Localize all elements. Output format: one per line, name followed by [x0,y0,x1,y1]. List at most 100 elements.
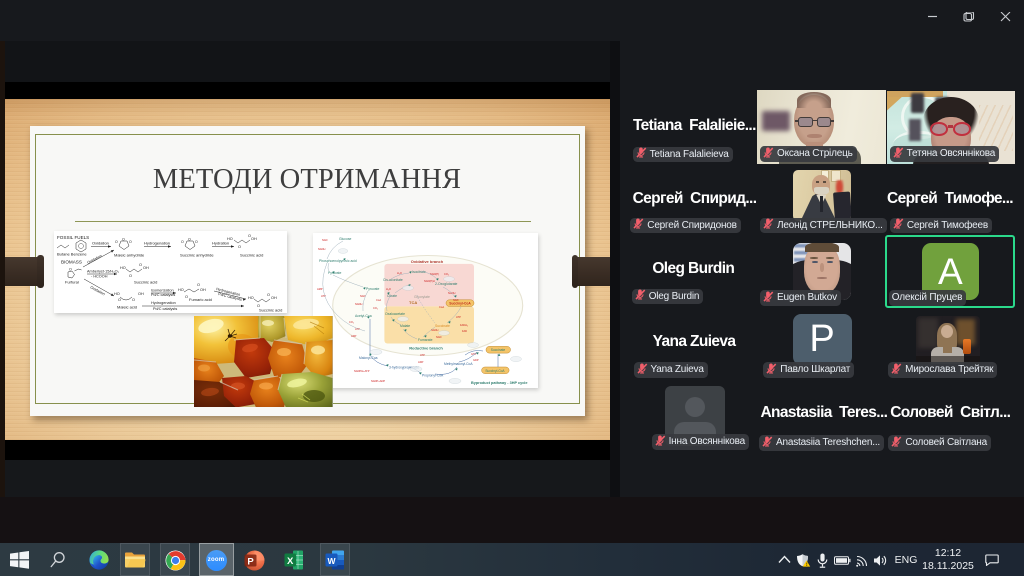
svg-text:Oxidation: Oxidation [90,285,106,296]
svg-text:Malate: Malate [400,324,410,328]
svg-text:Furfural: Furfural [65,280,79,285]
svg-text:O: O [69,268,72,272]
svg-text:NADPH+ATP: NADPH+ATP [354,369,370,373]
svg-text:HO: HO [178,288,184,292]
svg-text:Succinyl-CoA: Succinyl-CoA [449,302,471,306]
svg-text:OH: OH [138,292,144,296]
svg-text:ATP: ATP [355,327,360,331]
svg-text:- HCOOH: - HCOOH [91,275,108,279]
svg-text:O: O [197,283,200,287]
svg-text:Phosphoenolpyruvic acid: Phosphoenolpyruvic acid [319,259,357,263]
svg-text:O: O [122,238,125,242]
svg-text:NADH: NADH [318,247,325,251]
svg-text:ADP: ADP [351,334,357,338]
svg-text:Byproduct pathway - 3HP cycle: Byproduct pathway - 3HP cycle [471,381,527,385]
svg-text:O: O [118,298,121,302]
svg-text:O: O [115,240,118,244]
svg-text:Hydration: Hydration [212,241,229,246]
svg-text:GTP: GTP [471,352,477,356]
svg-text:Pyruvate: Pyruvate [328,271,341,275]
svg-text:O: O [185,295,188,299]
svg-text:O: O [188,238,191,242]
svg-text:TCA: TCA [409,300,417,305]
svg-text:OH: OH [200,288,206,292]
svg-text:O: O [139,263,142,267]
svg-text:Pyruvate: Pyruvate [366,287,379,291]
svg-text:CO₂: CO₂ [444,272,449,276]
svg-text:Succinate: Succinate [491,348,506,352]
svg-text:OH: OH [271,296,277,300]
svg-text:NAD: NAD [436,335,442,339]
svg-text:Pd/C catalysts: Pd/C catalysts [153,307,177,311]
svg-text:O: O [129,274,132,278]
svg-text:CO₂: CO₂ [349,320,354,324]
svg-text:Propionyl-CoA: Propionyl-CoA [422,374,444,378]
svg-text:NADP+ADP: NADP+ADP [371,379,385,383]
svg-text:Hydrogenation: Hydrogenation [144,241,170,246]
svg-text:O: O [248,234,251,238]
svg-text:Succinic acid: Succinic acid [259,308,282,313]
svg-text:NADH: NADH [431,328,438,332]
svg-text:CO₂: CO₂ [373,306,378,310]
svg-text:Succinyl-CoA: Succinyl-CoA [485,369,505,373]
svg-text:CoA: CoA [439,305,444,309]
svg-text:ADP: ADP [418,360,424,364]
svg-text:Hydrogenation: Hydrogenation [151,301,176,305]
svg-text:Oxaloacetate: Oxaloacetate [385,312,405,316]
svg-text:FAD: FAD [462,329,467,333]
svg-text:AMP: AMP [317,287,323,291]
svg-text:Maleic anhydride: Maleic anhydride [114,253,145,258]
svg-text:HO: HO [227,237,233,241]
svg-text:FADH₂: FADH₂ [460,323,468,327]
svg-text:Butane Benzene: Butane Benzene [57,252,87,257]
svg-text:NAD(P): NAD(P) [430,272,439,276]
svg-text:Isocitrate: Isocitrate [412,270,426,274]
svg-text:Oxidation: Oxidation [92,241,109,246]
svg-text:O: O [238,245,241,249]
svg-text:2-Oxoglutarate: 2-Oxoglutarate [435,282,458,286]
svg-text:Fumaric acid: Fumaric acid [189,297,212,302]
svg-text:O: O [129,240,132,244]
svg-text:H₂O: H₂O [386,287,391,291]
svg-text:Isomerization: Isomerization [151,289,174,293]
svg-text:Oxidative branch: Oxidative branch [411,259,444,264]
svg-text:Glyoxylate: Glyoxylate [414,295,430,299]
svg-text:P: P [247,557,254,568]
svg-text:Malonyl-Coa: Malonyl-Coa [359,356,378,360]
svg-text:Methylmalonyl-CoA: Methylmalonyl-CoA [444,362,473,366]
svg-text:Cis-aconitate: Cis-aconitate [383,278,403,282]
svg-text:OH: OH [143,266,149,270]
svg-text:Glucose: Glucose [339,237,352,241]
svg-text:CoA: CoA [376,298,381,302]
svg-text:Succinate: Succinate [435,324,450,328]
svg-text:OH: OH [251,237,257,241]
svg-text:O: O [195,240,198,244]
svg-text:Citrate: Citrate [387,294,397,298]
svg-text:ATP: ATP [420,353,425,357]
svg-text:W: W [327,556,336,566]
svg-text:Oxidation: Oxidation [87,254,103,265]
svg-text:O: O [132,298,135,302]
svg-text:HO: HO [114,292,120,296]
svg-text:Fumarate: Fumarate [418,338,433,342]
svg-text:Reductive branch: Reductive branch [409,346,443,351]
svg-text:NAD: NAD [453,298,459,302]
svg-text:O: O [181,240,184,244]
svg-text:BIOMASS: BIOMASS [61,260,82,265]
svg-text:FOSSIL FUELS: FOSSIL FUELS [57,235,89,240]
svg-text:HO: HO [248,296,254,300]
svg-text:Succinic acid: Succinic acid [134,280,157,285]
svg-text:NAD: NAD [322,238,328,242]
svg-text:Succinic anhydride: Succinic anhydride [180,253,214,258]
svg-text:Amberlyst-15/H₂O₂: Amberlyst-15/H₂O₂ [87,270,120,274]
svg-text:X: X [287,556,294,567]
svg-text:O: O [267,293,270,297]
svg-text:HO: HO [120,266,126,270]
svg-text:GDP: GDP [473,358,479,362]
svg-text:ATP: ATP [456,315,461,319]
svg-text:Pd/C catalysts: Pd/C catalysts [151,293,175,297]
svg-text:NAD(P)H: NAD(P)H [424,279,435,283]
svg-text:NADH: NADH [355,302,362,306]
svg-text:Succinic acid: Succinic acid [240,253,263,258]
svg-text:Maleic acid: Maleic acid [117,305,137,310]
